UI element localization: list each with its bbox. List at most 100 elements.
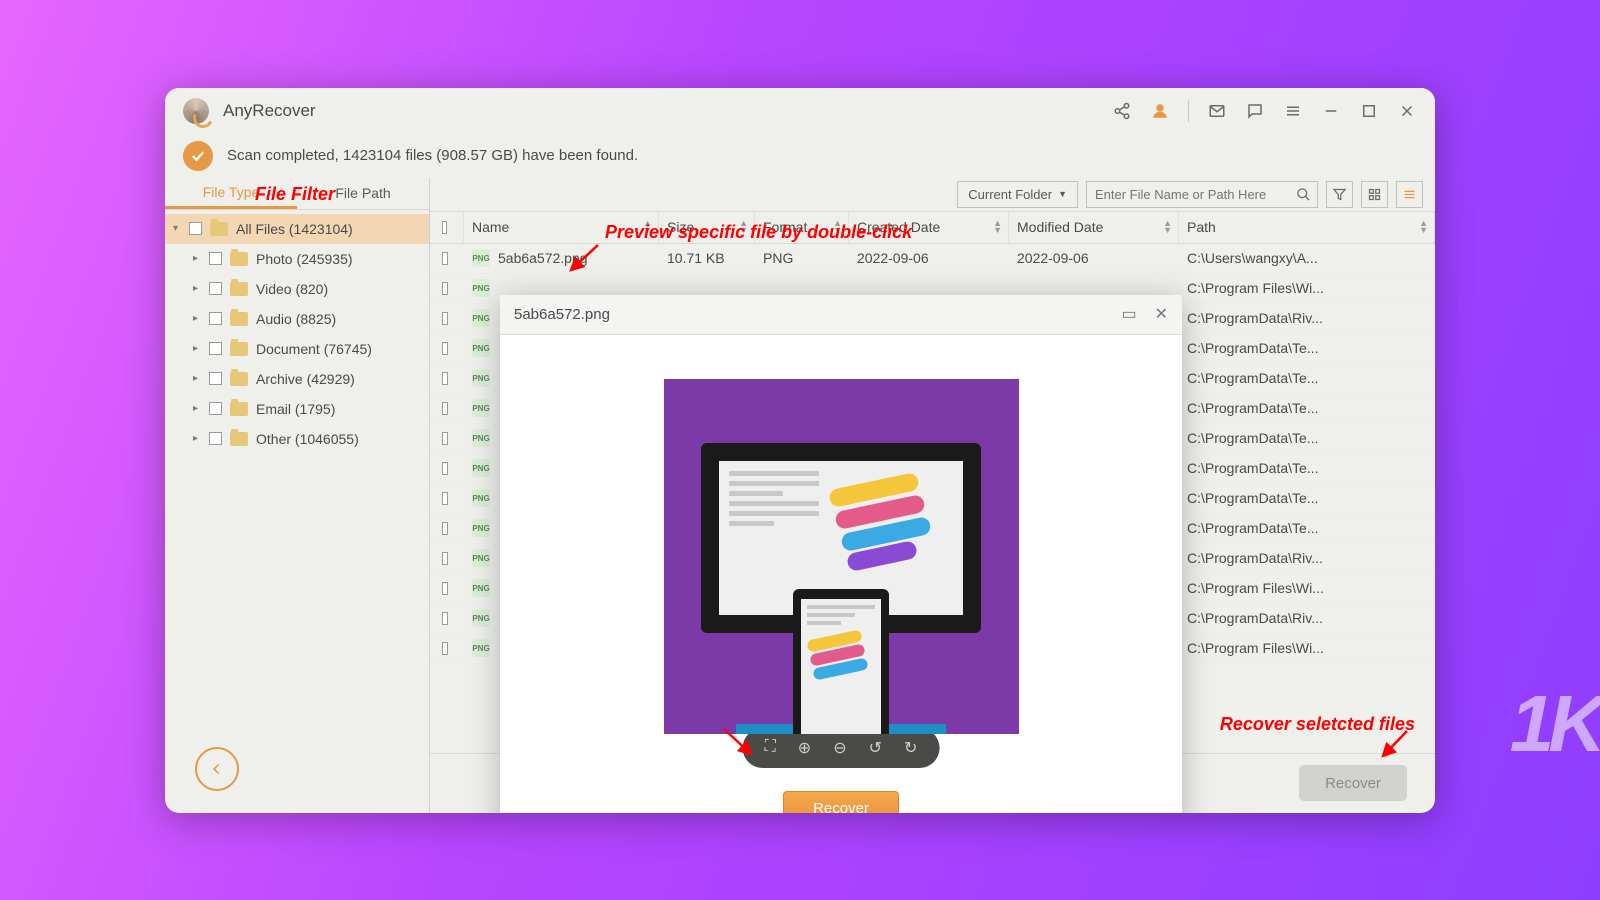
folder-dropdown[interactable]: Current Folder▼ [957,181,1078,208]
app-logo-icon [183,98,209,124]
preview-recover-button[interactable]: Recover [783,791,899,813]
fullscreen-icon[interactable]: ⛶ [765,738,776,758]
tab-file-path[interactable]: File Path [297,178,429,209]
folder-icon [230,312,248,326]
checkbox[interactable] [209,372,222,385]
recover-button[interactable]: Recover [1299,765,1407,801]
tree-video[interactable]: ▸Video (820) [165,274,429,304]
rotate-left-icon[interactable]: ↺ [869,738,882,758]
search-input[interactable] [1087,187,1289,202]
png-icon: PNG [472,399,490,417]
status-bar: Scan completed, 1423104 files (908.57 GB… [165,134,1435,178]
file-type-tree: ▾All Files (1423104) ▸Photo (245935) ▸Vi… [165,210,429,813]
tree-other[interactable]: ▸Other (1046055) [165,424,429,454]
search-icon[interactable] [1289,187,1317,202]
col-modified[interactable]: Modified Date▲▼ [1009,212,1179,243]
checkbox[interactable] [209,342,222,355]
png-icon: PNG [472,459,490,477]
folder-icon [230,342,248,356]
app-window: AnyRecover Scan completed, 1423104 files… [165,88,1435,813]
checkbox[interactable] [209,402,222,415]
col-format[interactable]: Format▲▼ [755,212,849,243]
title-bar: AnyRecover [165,88,1435,134]
comment-icon[interactable] [1245,101,1265,121]
checkbox[interactable] [209,282,222,295]
png-icon: PNG [472,519,490,537]
png-icon: PNG [472,549,490,567]
tab-file-type[interactable]: File Type [165,178,297,209]
checkbox[interactable] [442,282,448,295]
filter-icon[interactable] [1326,181,1353,208]
mail-icon[interactable] [1207,101,1227,121]
folder-icon [230,372,248,386]
preview-maximize-icon[interactable]: ▭ [1121,304,1136,324]
search-box [1086,181,1318,208]
app-title: AnyRecover [223,101,316,121]
checkbox[interactable] [442,462,448,475]
minimize-icon[interactable] [1321,101,1341,121]
checkbox[interactable] [209,312,222,325]
checkbox[interactable] [442,312,448,325]
checkbox[interactable] [209,252,222,265]
checkbox[interactable] [442,252,448,265]
checkbox[interactable] [189,222,202,235]
sidebar-tabs: File Type File Path [165,178,429,210]
col-size[interactable]: Size▲▼ [659,212,755,243]
preview-body: ⛶ ⊕ ⊖ ↺ ↻ [500,335,1182,778]
checkbox[interactable] [209,432,222,445]
col-path[interactable]: Path▲▼ [1179,212,1435,243]
zoom-in-icon[interactable]: ⊕ [798,738,811,758]
checkbox[interactable] [442,582,448,595]
checkbox[interactable] [442,612,448,625]
divider [1188,100,1189,122]
back-button[interactable] [195,747,239,791]
user-icon[interactable] [1150,101,1170,121]
tree-photo[interactable]: ▸Photo (245935) [165,244,429,274]
png-icon: PNG [472,639,490,657]
toolbar: Current Folder▼ [430,178,1435,212]
preview-title: 5ab6a572.png [514,306,610,323]
preview-close-icon[interactable]: ✕ [1155,304,1168,324]
tree-all-files[interactable]: ▾All Files (1423104) [165,214,429,244]
status-text: Scan completed, 1423104 files (908.57 GB… [227,147,638,164]
preview-controls: ⛶ ⊕ ⊖ ↺ ↻ [743,728,940,768]
preview-dialog: 5ab6a572.png ▭ ✕ [500,295,1182,813]
watermark: 1K [1510,678,1600,770]
col-created[interactable]: Created Date▲▼ [849,212,1009,243]
rotate-right-icon[interactable]: ↻ [904,738,917,758]
png-icon: PNG [472,249,490,267]
png-icon: PNG [472,609,490,627]
share-icon[interactable] [1112,101,1132,121]
menu-icon[interactable] [1283,101,1303,121]
tree-email[interactable]: ▸Email (1795) [165,394,429,424]
checkbox[interactable] [442,552,448,565]
folder-icon [210,222,228,236]
tree-archive[interactable]: ▸Archive (42929) [165,364,429,394]
checkbox[interactable] [442,372,448,385]
checkbox[interactable] [442,432,448,445]
list-view-icon[interactable] [1396,181,1423,208]
folder-icon [230,252,248,266]
tree-document[interactable]: ▸Document (76745) [165,334,429,364]
checkbox-all[interactable] [442,221,447,234]
checkbox[interactable] [442,642,448,655]
checkbox[interactable] [442,522,448,535]
table-header: Name▲▼ Size▲▼ Format▲▼ Created Date▲▼ Mo… [430,212,1435,244]
maximize-icon[interactable] [1359,101,1379,121]
checkbox[interactable] [442,492,448,505]
png-icon: PNG [472,489,490,507]
checkbox[interactable] [442,402,448,415]
grid-view-icon[interactable] [1361,181,1388,208]
png-icon: PNG [472,279,490,297]
checkbox[interactable] [442,342,448,355]
preview-header: 5ab6a572.png ▭ ✕ [500,295,1182,335]
preview-footer: Recover [500,778,1182,813]
png-icon: PNG [472,309,490,327]
close-icon[interactable] [1397,101,1417,121]
col-name[interactable]: Name▲▼ [464,212,659,243]
folder-icon [230,282,248,296]
table-row[interactable]: PNG5ab6a572.png 10.71 KB PNG 2022-09-06 … [430,244,1435,274]
sidebar: File Type File Path ▾All Files (1423104)… [165,178,430,813]
zoom-out-icon[interactable]: ⊖ [833,738,846,758]
tree-audio[interactable]: ▸Audio (8825) [165,304,429,334]
